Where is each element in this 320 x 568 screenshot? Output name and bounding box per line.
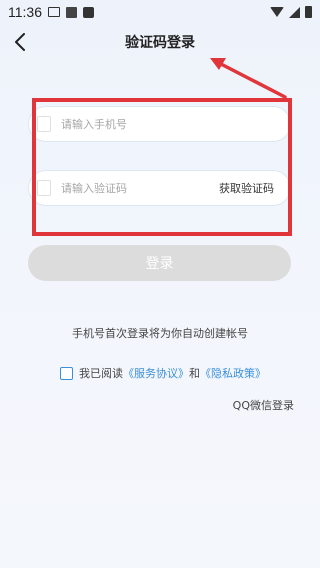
battery-icon xyxy=(305,6,312,18)
status-time: 11:36 xyxy=(8,4,42,20)
signal-icon xyxy=(289,6,300,18)
privacy-policy-link[interactable]: 《隐私政策》 xyxy=(200,365,266,381)
phone-field[interactable] xyxy=(28,106,291,142)
phone-input[interactable] xyxy=(61,107,290,141)
auto-register-hint: 手机号首次登录将为你自动创建帐号 xyxy=(72,327,248,340)
agreement-row: 我已阅读 《服务协议》 和 《隐私政策》 xyxy=(60,365,266,381)
chevron-left-icon xyxy=(15,33,25,51)
verification-icon xyxy=(37,180,51,196)
wifi-icon xyxy=(270,7,284,17)
code-input[interactable] xyxy=(61,171,219,205)
login-button[interactable]: 登录 xyxy=(28,245,291,281)
mail-icon xyxy=(48,7,60,17)
agreement-checkbox[interactable] xyxy=(60,366,73,380)
header: 验证码登录 xyxy=(0,24,320,60)
status-right xyxy=(270,6,312,18)
status-bar: 11:36 xyxy=(0,0,320,24)
image-icon xyxy=(66,6,77,18)
status-left: 11:36 xyxy=(8,4,94,20)
agreement-connector: 和 xyxy=(189,367,200,380)
qq-wechat-login-link[interactable]: QQ微信登录 xyxy=(233,397,294,413)
code-field[interactable]: 获取验证码 xyxy=(28,170,291,206)
agreement-prefix: 我已阅读 xyxy=(79,367,123,380)
page-title: 验证码登录 xyxy=(125,35,195,51)
service-agreement-link[interactable]: 《服务协议》 xyxy=(123,365,189,381)
app-notification-icon xyxy=(83,6,94,18)
back-button[interactable] xyxy=(10,30,30,54)
phone-icon xyxy=(37,116,51,132)
get-code-button[interactable]: 获取验证码 xyxy=(219,180,274,196)
